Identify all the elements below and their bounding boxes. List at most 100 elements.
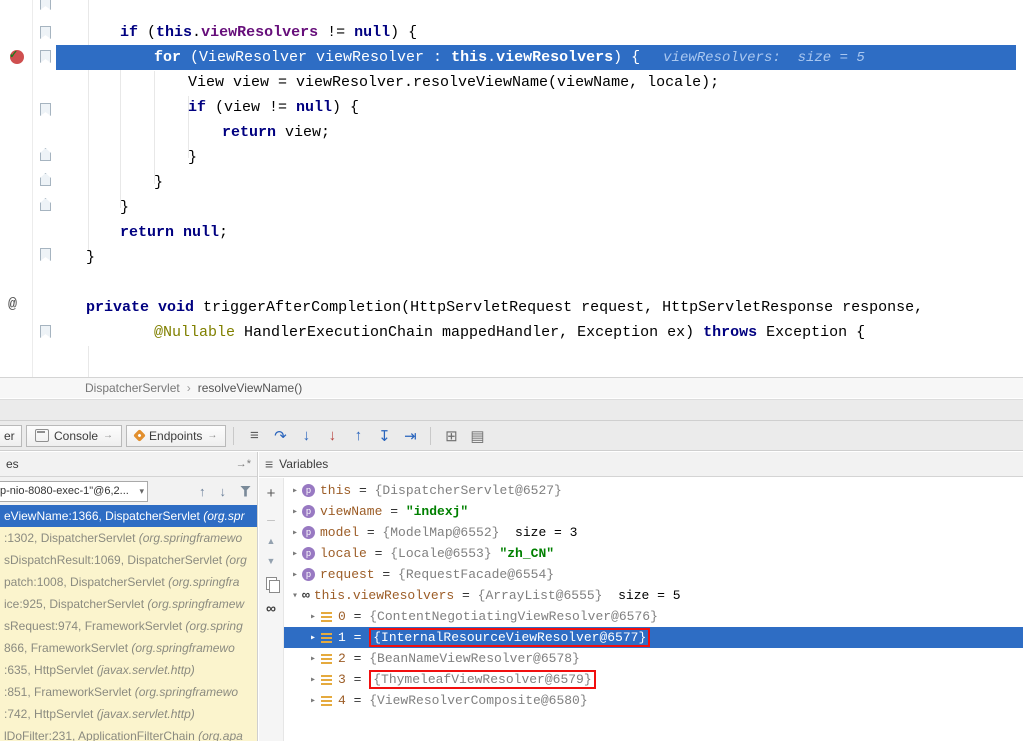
tab-endpoints[interactable]: Endpoints →	[126, 425, 226, 447]
array-item-icon	[321, 696, 332, 706]
variable-row[interactable]: ▸plocale = {Locale@6553} "zh_CN"	[284, 543, 1023, 564]
stack-frame-row[interactable]: sDispatchResult:1069, DispatcherServlet …	[0, 549, 257, 571]
chevron-collapsed-icon[interactable]: ▸	[306, 695, 320, 707]
variable-row[interactable]: ▸pmodel = {ModelMap@6552} size = 3	[284, 522, 1023, 543]
code-token: !=	[318, 24, 354, 41]
thread-selector[interactable]: p-nio-8080-exec-1"@6,2... ▾	[0, 481, 148, 502]
frame-package: (org.springframew	[147, 597, 244, 611]
watch-expression-icon: ∞	[302, 588, 310, 603]
breakpoint-verified-icon[interactable]: ✓	[10, 50, 24, 64]
add-watch-icon[interactable]: +	[267, 486, 276, 501]
mute-breakpoints-icon[interactable]: ▤	[464, 427, 490, 445]
force-step-into-icon[interactable]: ↓	[319, 427, 345, 444]
code-line[interactable]: }	[56, 145, 1016, 170]
bookmark-icon[interactable]	[40, 0, 51, 10]
bookmark-icon[interactable]	[40, 325, 51, 338]
chevron-collapsed-icon[interactable]: ▸	[288, 527, 302, 539]
pin-icon[interactable]: →*	[236, 452, 251, 477]
frames-list[interactable]: eViewName:1366, DispatcherServlet (org.s…	[0, 505, 257, 741]
variable-row[interactable]: ▸prequest = {RequestFacade@6554}	[284, 564, 1023, 585]
chevron-collapsed-icon[interactable]: ▸	[306, 611, 320, 623]
next-frame-icon[interactable]: ↓	[220, 484, 227, 499]
variable-row[interactable]: ▸1 = {InternalResourceViewResolver@6577}	[284, 627, 1023, 648]
scroll-up-icon[interactable]: ▲	[267, 537, 276, 546]
view-breakpoints-icon[interactable]: ⊞	[438, 427, 464, 445]
scroll-down-icon[interactable]: ▼	[267, 557, 276, 566]
console-icon	[35, 429, 49, 442]
stack-frame-row[interactable]: :1302, DispatcherServlet (org.springfram…	[0, 527, 257, 549]
stack-frame-row[interactable]: sRequest:974, FrameworkServlet (org.spri…	[0, 615, 257, 637]
execution-line[interactable]: for (ViewResolver viewResolver : this.vi…	[56, 45, 1016, 70]
chevron-collapsed-icon[interactable]: ▸	[288, 506, 302, 518]
step-into-icon[interactable]: ↓	[293, 427, 319, 444]
marker-icon[interactable]	[40, 148, 51, 161]
step-over-icon[interactable]: ↷	[267, 427, 293, 445]
bookmark-icon[interactable]	[40, 26, 51, 39]
stack-frame-row[interactable]: lDoFilter:231, ApplicationFilterChain (o…	[0, 725, 257, 741]
stack-frame-row[interactable]: :742, HttpServlet (javax.servlet.http)	[0, 703, 257, 725]
menu-icon[interactable]: ≡	[265, 452, 273, 477]
code-line[interactable]: private void triggerAfterCompletion(Http…	[56, 295, 1016, 320]
code-lines[interactable]: if (this.viewResolvers != null) {for (Vi…	[56, 20, 1016, 345]
frame-package: (org.springframewo	[131, 641, 234, 655]
tab-debugger-clipped[interactable]: er	[0, 425, 22, 447]
code-line[interactable]: }	[56, 195, 1016, 220]
chevron-collapsed-icon[interactable]: ▸	[306, 632, 320, 644]
variable-row[interactable]: ▸2 = {BeanNameViewResolver@6578}	[284, 648, 1023, 669]
stack-frame-row[interactable]: :851, FrameworkServlet (org.springframew…	[0, 681, 257, 703]
chevron-expanded-icon[interactable]: ▾	[288, 590, 302, 602]
chevron-collapsed-icon[interactable]: ▸	[288, 569, 302, 581]
chevron-collapsed-icon[interactable]: ▸	[306, 674, 320, 686]
bookmark-icon[interactable]	[40, 50, 51, 63]
bookmark-icon[interactable]	[40, 248, 51, 261]
variable-row[interactable]: ▾∞this.viewResolvers = {ArrayList@6555} …	[284, 585, 1023, 606]
code-token: }	[120, 199, 129, 216]
tab-console[interactable]: Console →	[26, 425, 122, 447]
editor-gutter[interactable]: ✓ @	[0, 0, 33, 377]
stack-frame-row[interactable]: 866, FrameworkServlet (org.springframewo	[0, 637, 257, 659]
code-editor[interactable]: ✓ @ if (this.viewResolvers != null) {for…	[0, 0, 1023, 378]
code-line[interactable]: if (view != null) {	[56, 95, 1016, 120]
code-line[interactable]: View view = viewResolver.resolveViewName…	[56, 70, 1016, 95]
breadcrumb-class[interactable]: DispatcherServlet	[85, 381, 180, 395]
code-line[interactable]: if (this.viewResolvers != null) {	[56, 20, 1016, 45]
prev-frame-icon[interactable]: ↑	[199, 484, 206, 499]
frames-pane-header: es →*	[0, 452, 257, 477]
code-line[interactable]: }	[56, 170, 1016, 195]
code-token: triggerAfterCompletion(HttpServletReques…	[194, 299, 923, 316]
code-line[interactable]: return view;	[56, 120, 1016, 145]
marker-icon[interactable]	[40, 198, 51, 211]
code-line[interactable]: return null;	[56, 220, 1016, 245]
debug-toolbar: er Console → Endpoints → ≡↷↓↓↑↧⇥⊞▤	[0, 420, 1023, 451]
variable-name: locale	[320, 546, 367, 561]
variable-row[interactable]: ▸3 = {ThymeleafViewResolver@6579}	[284, 669, 1023, 690]
code-line[interactable]	[56, 270, 1016, 295]
variable-row[interactable]: ▸pthis = {DispatcherServlet@6527}	[284, 480, 1023, 501]
code-line[interactable]: }	[56, 245, 1016, 270]
bookmark-icon[interactable]	[40, 103, 51, 116]
marker-icon[interactable]	[40, 173, 51, 186]
stack-frame-row[interactable]: patch:1008, DispatcherServlet (org.sprin…	[0, 571, 257, 593]
breadcrumb-method[interactable]: resolveViewName()	[198, 381, 302, 395]
code-token: ) {	[390, 24, 417, 41]
stack-frame-row[interactable]: ice:925, DispatcherServlet (org.springfr…	[0, 593, 257, 615]
watches-icon[interactable]: ∞	[266, 601, 276, 615]
filter-frames-icon[interactable]	[240, 486, 251, 497]
drop-frame-icon[interactable]: ↧	[371, 427, 397, 445]
settings-menu-icon[interactable]: ≡	[241, 427, 267, 444]
code-line[interactable]: @Nullable HandlerExecutionChain mappedHa…	[56, 320, 1016, 345]
variable-row[interactable]: ▸4 = {ViewResolverComposite@6580}	[284, 690, 1023, 711]
parameter-icon: p	[302, 484, 315, 497]
run-to-cursor-icon[interactable]: ⇥	[397, 427, 423, 445]
chevron-collapsed-icon[interactable]: ▸	[306, 653, 320, 665]
variable-row[interactable]: ▸pviewName = "indexj"	[284, 501, 1023, 522]
chevron-collapsed-icon[interactable]: ▸	[288, 548, 302, 560]
copy-stack-icon[interactable]	[266, 577, 277, 590]
remove-watch-icon[interactable]: –	[267, 512, 275, 526]
variables-tree[interactable]: ▸pthis = {DispatcherServlet@6527}▸pviewN…	[284, 478, 1023, 741]
stack-frame-row[interactable]: :635, HttpServlet (javax.servlet.http)	[0, 659, 257, 681]
stack-frame-row[interactable]: eViewName:1366, DispatcherServlet (org.s…	[0, 505, 257, 527]
chevron-collapsed-icon[interactable]: ▸	[288, 485, 302, 497]
variable-row[interactable]: ▸0 = {ContentNegotiatingViewResolver@657…	[284, 606, 1023, 627]
step-out-icon[interactable]: ↑	[345, 427, 371, 444]
